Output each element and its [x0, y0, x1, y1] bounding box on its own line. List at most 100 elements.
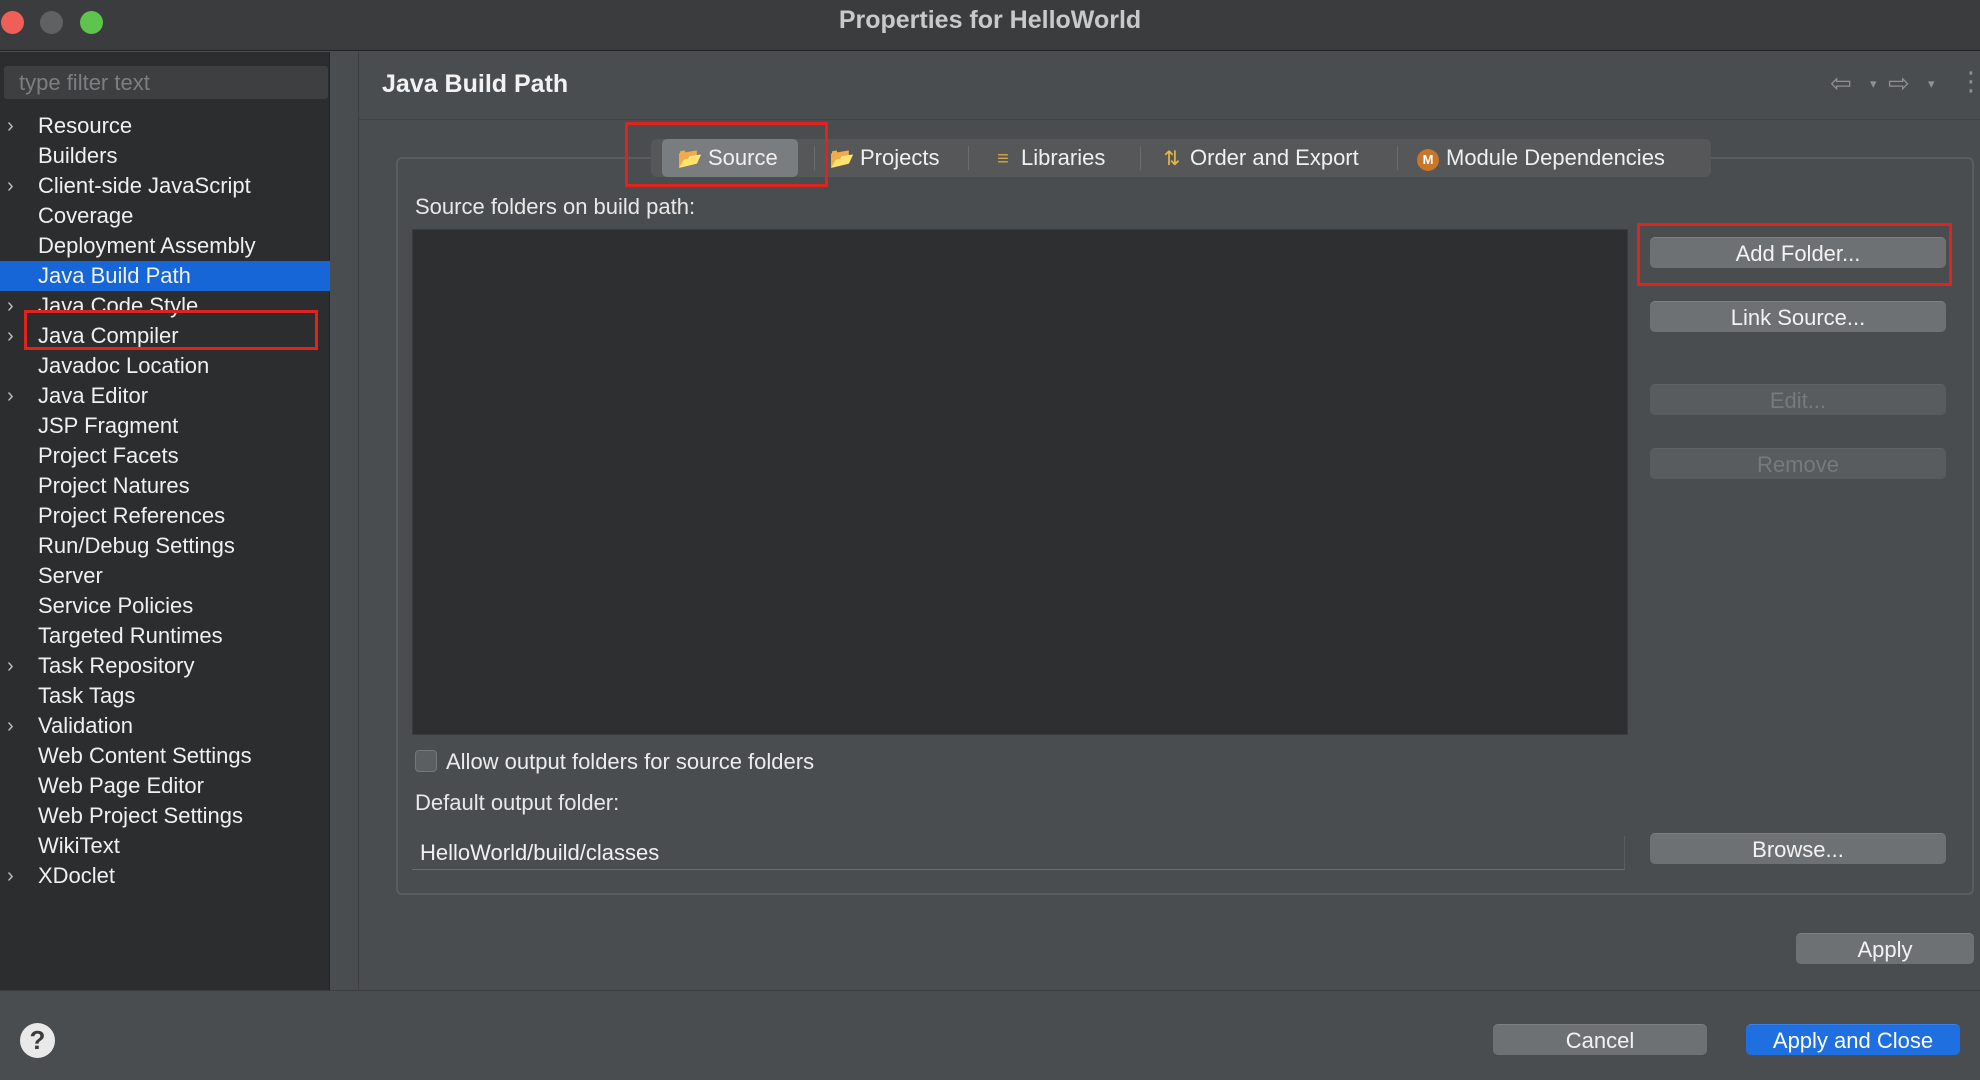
default-output-folder-field[interactable]: HelloWorld/build/classes [412, 836, 1625, 870]
sidebar-item-label: Run/Debug Settings [38, 533, 235, 558]
sidebar-item[interactable]: Java Build Path [0, 261, 330, 291]
source-folders-label: Source folders on build path: [415, 194, 696, 219]
sidebar-item[interactable]: Web Page Editor [0, 771, 330, 801]
sidebar-item[interactable]: › Task Repository [0, 651, 330, 681]
sidebar-item[interactable]: › Java Compiler [0, 321, 330, 351]
window-title: Properties for HelloWorld [838, 6, 1142, 34]
sidebar-item-label: Java Compiler [38, 323, 179, 348]
allow-output-folders-checkbox[interactable] [415, 750, 437, 772]
tab-libraries[interactable]: ≡ Libraries [989, 139, 1105, 177]
page-title: Java Build Path [382, 70, 569, 98]
sidebar-item[interactable]: › Resource [0, 111, 330, 141]
tab-order-and-export[interactable]: ⇅ Order and Export [1158, 139, 1359, 177]
apply-button[interactable]: Apply [1796, 933, 1974, 964]
help-icon[interactable]: ? [20, 1023, 55, 1058]
sidebar-item-label: WikiText [38, 833, 120, 858]
sidebar-item-label: Client-side JavaScript [38, 173, 251, 198]
sidebar-item[interactable]: Project References [0, 501, 330, 531]
chevron-right-icon[interactable]: › [7, 321, 27, 351]
add-folder-button[interactable]: Add Folder... [1650, 237, 1946, 268]
sidebar-item[interactable]: Coverage [0, 201, 330, 231]
order-export-icon: ⇅ [1163, 148, 1181, 170]
source-folders-list[interactable] [412, 229, 1628, 735]
sidebar-item[interactable]: WikiText [0, 831, 330, 861]
sidebar-item[interactable]: › Client-side JavaScript [0, 171, 330, 201]
sidebar-item-label: Task Repository [38, 653, 195, 678]
tab-separator [814, 146, 815, 170]
filter-input[interactable] [4, 66, 328, 99]
sidebar-item-label: Task Tags [38, 683, 136, 708]
sidebar-item[interactable]: Builders [0, 141, 330, 171]
nav-arrows: ⇦ ▾ ⇨ ▾ ⋮ [1830, 66, 1980, 99]
forward-arrow-icon[interactable]: ⇨ [1888, 68, 1910, 99]
sidebar-item-label: Java Editor [38, 383, 149, 408]
sidebar-item[interactable]: Project Facets [0, 441, 330, 471]
sidebar-item-label: Targeted Runtimes [38, 623, 223, 648]
tab-projects[interactable]: 📂 Projects [828, 139, 940, 177]
chevron-right-icon[interactable]: › [7, 111, 27, 141]
sidebar-item[interactable]: Project Natures [0, 471, 330, 501]
allow-output-folders-label: Allow output folders for source folders [446, 749, 815, 774]
tab-label: Source [708, 145, 778, 170]
sidebar-item[interactable]: Web Content Settings [0, 741, 330, 771]
header-divider [359, 119, 1980, 120]
sidebar-item-label: Service Policies [38, 593, 194, 618]
sidebar-item-label: Validation [38, 713, 133, 738]
sidebar: › Resource Builders › Client-side JavaScript… [0, 52, 330, 990]
sidebar-item[interactable]: › XDoclet [0, 861, 330, 891]
sidebar-item[interactable]: › Java Editor [0, 381, 330, 411]
sidebar-item[interactable]: Javadoc Location [0, 351, 330, 381]
tab-label: Module Dependencies [1446, 145, 1665, 170]
chevron-right-icon[interactable]: › [7, 381, 27, 411]
cancel-button[interactable]: Cancel [1493, 1024, 1707, 1055]
sidebar-item[interactable]: Web Project Settings [0, 801, 330, 831]
projects-folder-icon: 📂 [829, 148, 855, 170]
chevron-right-icon[interactable]: › [7, 651, 27, 681]
chevron-right-icon[interactable]: › [7, 861, 27, 891]
sidebar-item[interactable]: Targeted Runtimes [0, 621, 330, 651]
sidebar-item-label: Resource [38, 113, 133, 138]
chevron-right-icon[interactable]: › [7, 171, 27, 201]
tab-module-dependencies[interactable]: M Module Dependencies [1414, 139, 1665, 177]
more-options-icon[interactable]: ⋮ [1958, 66, 1980, 97]
chevron-right-icon[interactable]: › [7, 711, 27, 741]
sidebar-item-label: Web Page Editor [38, 773, 204, 798]
sidebar-item[interactable]: Deployment Assembly [0, 231, 330, 261]
sidebar-item-label: Java Code Style [38, 293, 199, 318]
sidebar-item-label: Web Project Settings [38, 803, 244, 828]
sidebar-item-label: Deployment Assembly [38, 233, 256, 258]
back-menu-chevron-icon[interactable]: ▾ [1870, 76, 1877, 92]
sidebar-item[interactable]: JSP Fragment [0, 411, 330, 441]
sidebar-item[interactable]: Service Policies [0, 591, 330, 621]
remove-button[interactable]: Remove [1650, 448, 1946, 479]
sidebar-item[interactable]: Server [0, 561, 330, 591]
sidebar-item-label: Java Build Path [38, 263, 191, 288]
sidebar-item-label: Web Content Settings [38, 743, 252, 768]
edit-button[interactable]: Edit... [1650, 384, 1946, 415]
source-folder-icon: 📂 [677, 148, 703, 170]
chevron-right-icon[interactable]: › [7, 291, 27, 321]
browse-button[interactable]: Browse... [1650, 833, 1946, 864]
forward-menu-chevron-icon[interactable]: ▾ [1928, 76, 1935, 92]
sidebar-item[interactable]: › Validation [0, 711, 330, 741]
sidebar-item-label: JSP Fragment [38, 413, 179, 438]
title-bar: Properties for HelloWorld [0, 0, 1980, 51]
libraries-icon: ≡ [997, 148, 1009, 170]
link-source-button[interactable]: Link Source... [1650, 301, 1946, 332]
apply-and-close-button[interactable]: Apply and Close [1746, 1024, 1960, 1055]
tab-separator [968, 146, 969, 170]
sidebar-item[interactable]: Run/Debug Settings [0, 531, 330, 561]
back-arrow-icon[interactable]: ⇦ [1830, 68, 1852, 99]
tab-source[interactable]: 📂 Source [662, 139, 798, 177]
sidebar-item-label: Project Facets [38, 443, 179, 468]
sidebar-item[interactable]: Task Tags [0, 681, 330, 711]
default-output-folder-label: Default output folder: [415, 790, 620, 815]
sidebar-item-label: Project References [38, 503, 226, 528]
tab-separator [1140, 146, 1141, 170]
tab-separator [1397, 146, 1398, 170]
sidebar-item-label: Coverage [38, 203, 134, 228]
sidebar-item[interactable]: › Java Code Style [0, 291, 330, 321]
sidebar-item-label: XDoclet [38, 863, 116, 888]
tab-label: Libraries [1021, 145, 1106, 170]
sidebar-item-label: Javadoc Location [38, 353, 210, 378]
